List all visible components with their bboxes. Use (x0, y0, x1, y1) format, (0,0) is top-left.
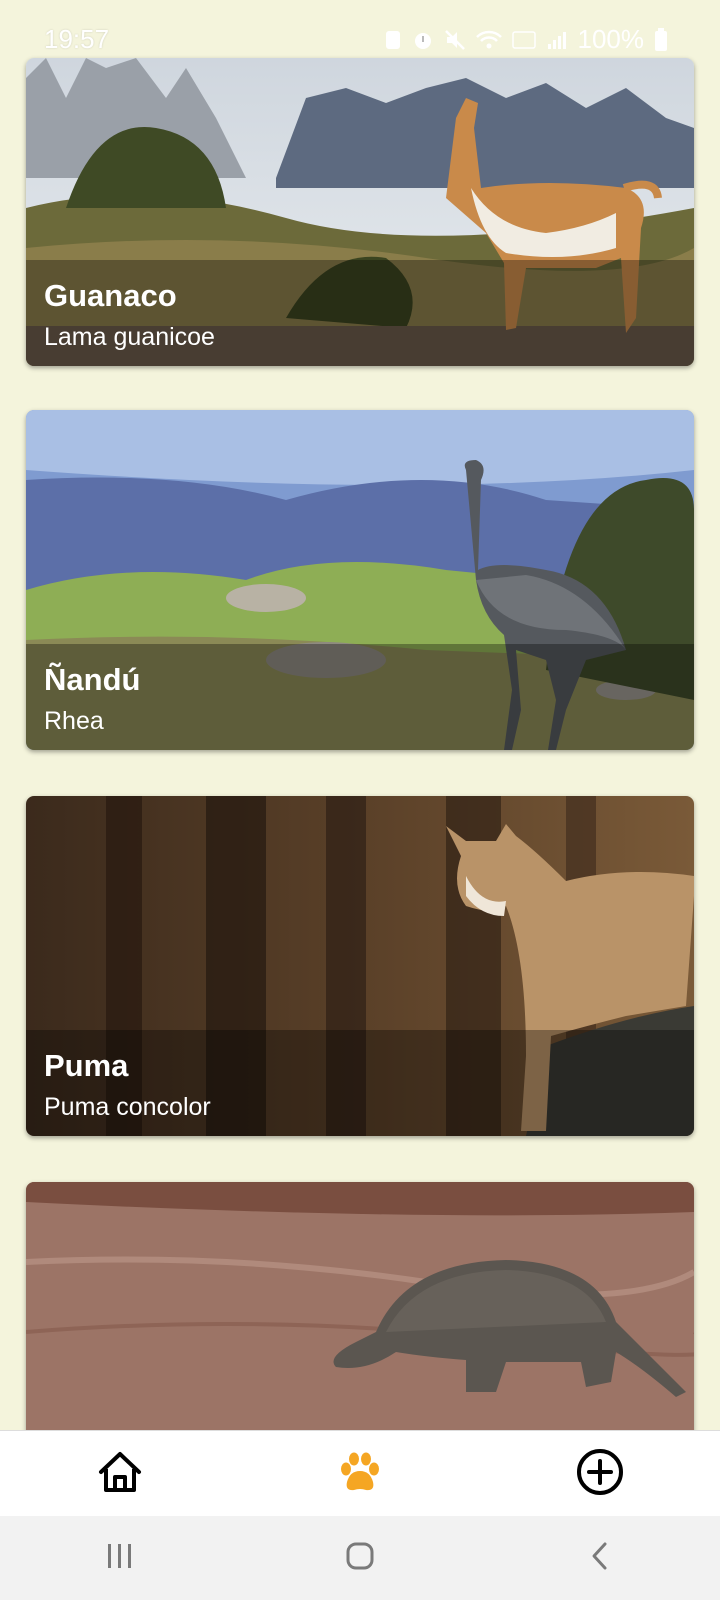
nav-add[interactable] (540, 1431, 660, 1517)
home-button-icon (345, 1541, 375, 1576)
bottom-nav (0, 1430, 720, 1517)
nav-animals[interactable] (300, 1431, 420, 1517)
add-circle-icon (576, 1448, 624, 1501)
recents-button[interactable] (60, 1516, 180, 1600)
home-icon (97, 1450, 143, 1499)
nav-home[interactable] (60, 1431, 180, 1517)
animal-list[interactable]: Guanaco Lama guanicoe Ñandú Rhea Puma Pu… (0, 0, 720, 1430)
home-system-button[interactable] (300, 1516, 420, 1600)
animal-photo (26, 1182, 694, 1430)
paw-icon (337, 1451, 383, 1498)
animal-name: Puma (44, 1048, 129, 1083)
animal-card[interactable]: Puma Puma concolor (26, 796, 694, 1136)
animal-name: Ñandú (44, 662, 141, 697)
animal-card[interactable]: Ñandú Rhea (26, 410, 694, 750)
back-button[interactable] (540, 1516, 660, 1600)
animal-scientific-name: Lama guanicoe (44, 323, 215, 351)
animal-card[interactable] (26, 1182, 694, 1430)
animal-scientific-name: Puma concolor (44, 1093, 211, 1121)
animal-scientific-name: Rhea (44, 707, 104, 735)
animal-card[interactable]: Guanaco Lama guanicoe (26, 58, 694, 366)
app-screen: 19:57 100% Guanaco Lama guanicoe Ñandú R… (0, 0, 720, 1600)
animal-name: Guanaco (44, 278, 177, 313)
recents-icon (105, 1542, 135, 1575)
system-nav-bar (0, 1516, 720, 1600)
back-icon (588, 1541, 612, 1576)
